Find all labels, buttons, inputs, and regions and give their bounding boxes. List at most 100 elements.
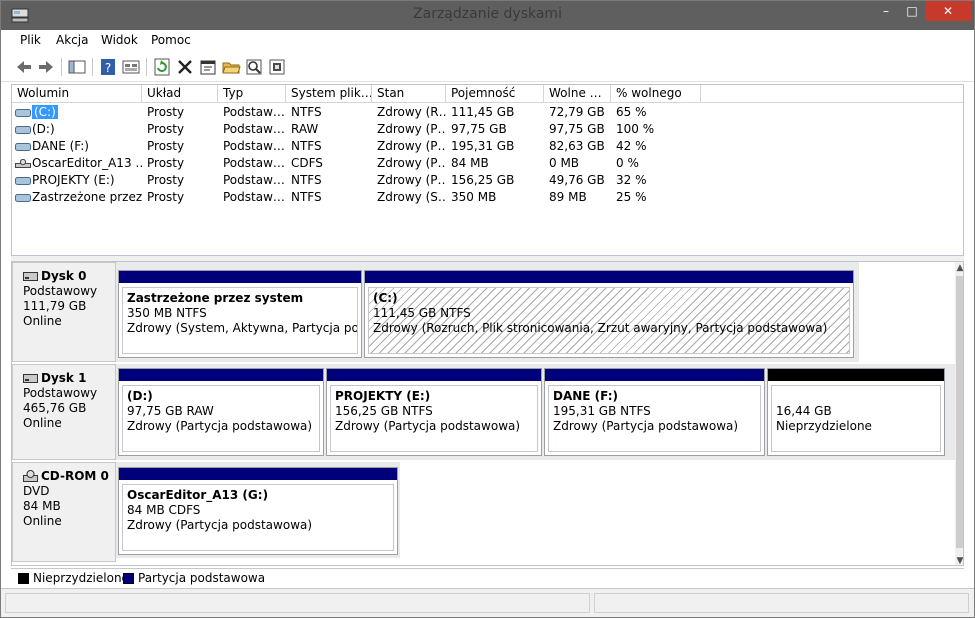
col-header-layout[interactable]: Układ [142,85,218,103]
volume-name: Zastrzeżone przez … [32,190,142,204]
drive-icon [15,126,31,134]
scroll-up-icon[interactable]: ▲ [955,262,963,274]
help-icon[interactable]: ? [98,57,118,77]
drive-icon [15,177,31,185]
disk-1-size: 465,76 GB [23,401,87,415]
partition-system-reserved[interactable]: Zastrzeżone przez system 350 MB NTFS Zdr… [118,270,362,358]
table-cell: Prosty [147,139,185,153]
menu-akcja[interactable]: Akcja [56,33,88,47]
table-cell: Zdrowy (P… [377,173,446,187]
table-cell: PROJEKTY (E:) [12,172,142,189]
partition-status: Zdrowy (Rozruch, Plik stronicowania, Zrz… [373,321,828,335]
explore-icon[interactable] [244,57,264,77]
col-header-filesystem[interactable]: System plik… [286,85,372,103]
minimize-button[interactable]: – [873,1,899,21]
status-bar [1,588,974,617]
properties-view-icon[interactable] [121,57,141,77]
menu-plik[interactable]: Plik [20,33,41,47]
close-button[interactable]: ✕ [925,1,971,21]
refresh-icon[interactable] [152,57,172,77]
vertical-scrollbar[interactable]: ▲ ▼ [955,262,963,565]
disk-icon [23,374,38,383]
title-bar[interactable]: Zarządzanie dyskami – □ ✕ [1,1,974,30]
partition-d[interactable]: (D:) 97,75 GB RAW Zdrowy (Partycja podst… [118,368,324,456]
disk-0-name: Dysk 0 [41,269,87,283]
partition-name: PROJEKTY (E:) [335,389,431,403]
table-cell: 84 MB [451,156,489,170]
cd-drive-icon [15,159,31,168]
partition-status: Zdrowy (System, Aktywna, Partycja podsta… [127,321,357,335]
table-row[interactable]: (D:) Prosty Podstaw… RAW Zdrowy (P… 97,75 GB 9… [12,121,963,138]
table-cell: 350 MB [451,190,497,204]
menu-widok[interactable]: Widok [101,33,138,47]
partition-g[interactable]: OscarEditor_A13 (G:) 84 MB CDFS Zdrowy (… [118,467,398,555]
partition-c[interactable]: (C:) 111,45 GB NTFS Zdrowy (Rozruch, Pli… [364,270,854,358]
table-cell: Podstaw… [223,139,285,153]
table-cell: Prosty [147,122,185,136]
table-cell: (C:) [12,104,142,121]
partition-e[interactable]: PROJEKTY (E:) 156,25 GB NTFS Zdrowy (Par… [326,368,542,456]
col-header-free-space[interactable]: Wolne … [544,85,611,103]
settings-icon[interactable] [267,57,287,77]
back-icon[interactable] [14,57,34,77]
table-row[interactable]: (C:) Prosty Podstaw… NTFS Zdrowy (R… 111,45 G… [12,104,963,121]
col-header-percent-free[interactable]: % wolnego [611,85,701,103]
properties-icon[interactable] [198,57,218,77]
table-row[interactable]: OscarEditor_A13 … Prosty Podstaw… CDFS Zdrow… [12,155,963,172]
volume-name: PROJEKTY (E:) [32,173,115,187]
table-cell: DANE (F:) [12,138,142,155]
show-hide-tree-icon[interactable] [67,57,87,77]
maximize-button[interactable]: □ [899,1,925,21]
partition-f[interactable]: DANE (F:) 195,31 GB NTFS Zdrowy (Partycj… [544,368,765,456]
table-row[interactable]: PROJEKTY (E:) Prosty Podstaw… NTFS Zdrowy (P… [12,172,963,189]
table-cell: 42 % [616,139,647,153]
toolbar: ? [1,52,974,82]
table-cell: 0 MB [549,156,580,170]
table-cell: 89 MB [549,190,587,204]
table-cell: 97,75 GB [549,122,605,136]
table-row[interactable]: DANE (F:) Prosty Podstaw… NTFS Zdrowy (P… 195… [12,138,963,155]
col-header-type[interactable]: Typ [218,85,286,103]
partition-status: Nieprzydzielone [776,419,872,433]
legend: Nieprzydzielone Partycja podstawowa [11,568,964,588]
disk-1-label[interactable]: Dysk 1 Podstawowy 465,76 GB Online [12,364,116,460]
volume-list: Wolumin Układ Typ System plik… Stan Poje… [11,84,964,256]
unallocated-space[interactable]: 16,44 GB Nieprzydzielone [767,368,945,456]
table-cell: 72,79 GB [549,105,605,119]
table-cell: Zdrowy (P… [377,122,446,136]
cdrom-0-label[interactable]: CD-ROM 0 DVD 84 MB Online [12,462,116,562]
scroll-thumb[interactable] [956,276,963,548]
graphical-disk-view: Dysk 0 Podstawowy 111,79 GB Online Zastr… [11,261,964,566]
cdrom-0-status: Online [23,514,62,528]
disk-0-label[interactable]: Dysk 0 Podstawowy 111,79 GB Online [12,262,116,362]
disk-management-window: Zarządzanie dyskami – □ ✕ Plik Akcja Wid… [0,0,975,618]
table-cell: Podstaw… [223,122,285,136]
scroll-down-icon[interactable]: ▼ [955,555,963,565]
cdrom-0-type: DVD [23,484,50,498]
table-cell: Zdrowy (P… [377,139,446,153]
status-pane-1 [5,593,590,613]
table-cell: NTFS [291,190,322,204]
disk-1-type: Podstawowy [23,386,98,400]
delete-icon[interactable] [175,57,195,77]
table-cell: NTFS [291,173,322,187]
table-cell: 0 % [616,156,639,170]
col-header-status[interactable]: Stan [372,85,446,103]
col-header-capacity[interactable]: Pojemność [446,85,544,103]
table-row[interactable]: Zastrzeżone przez … Prosty Podstaw… NTFS Zdr… [12,189,963,206]
table-cell: 195,31 GB [451,139,515,153]
col-header-volume[interactable]: Wolumin [12,85,142,103]
volume-name: (D:) [32,122,55,136]
table-cell: Podstaw… [223,105,285,119]
table-cell: NTFS [291,105,322,119]
drive-icon [15,143,31,151]
partition-name [776,389,940,404]
volume-name: (C:) [32,105,58,119]
menu-pomoc[interactable]: Pomoc [151,33,191,47]
disk-0-type: Podstawowy [23,284,98,298]
open-icon[interactable] [221,57,241,77]
disk-1-name: Dysk 1 [41,371,87,385]
status-pane-2 [594,593,969,613]
forward-icon[interactable] [36,57,56,77]
partition-size: 84 MB CDFS [127,503,201,517]
